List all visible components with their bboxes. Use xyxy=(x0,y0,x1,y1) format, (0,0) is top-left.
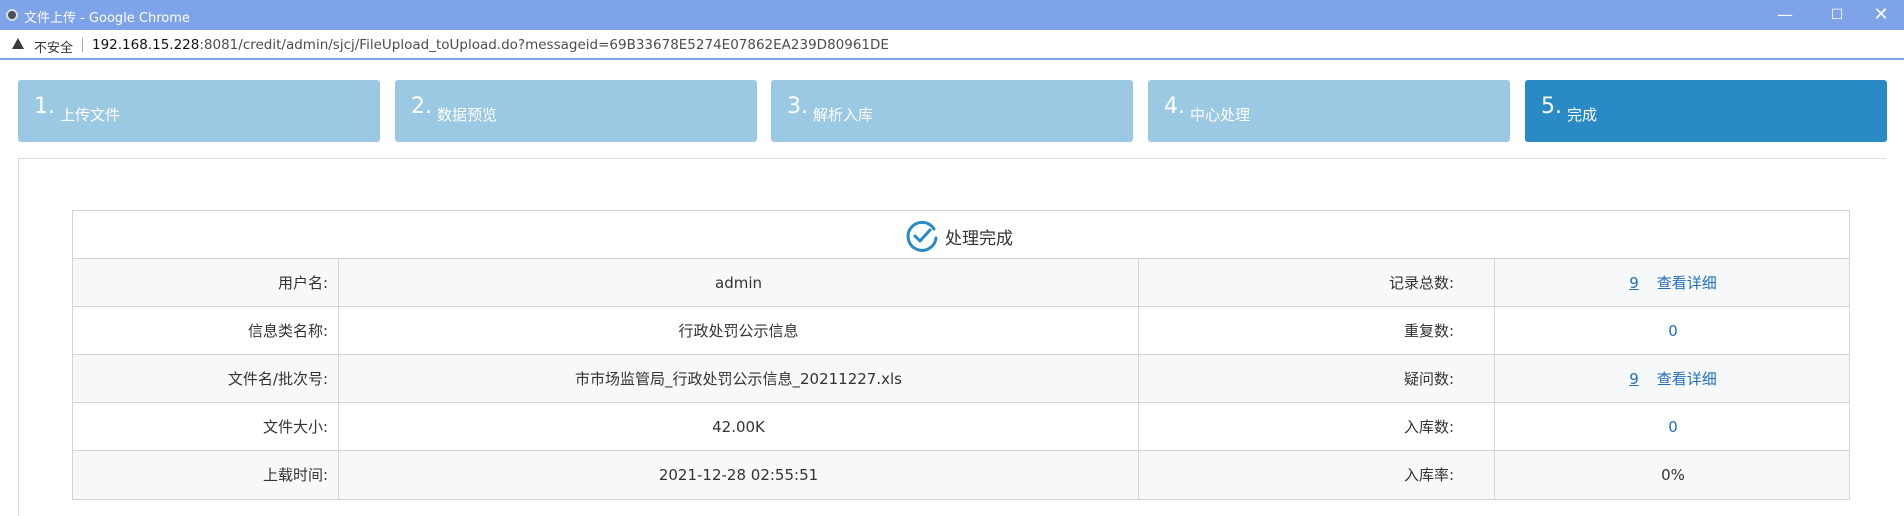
row-label: 入库率: xyxy=(1139,451,1495,499)
table-row: 文件名/批次号: 市市场监管局_行政处罚公示信息_20211227.xls 疑问… xyxy=(73,355,1849,403)
maximize-button[interactable]: ☐ xyxy=(1814,0,1860,30)
url-text[interactable]: 192.168.15.228:8081/credit/admin/sjcj/Fi… xyxy=(92,37,889,53)
table-row: 上载时间: 2021-12-28 02:55:51 入库率: 0% xyxy=(73,451,1849,499)
row-label: 信息类名称: xyxy=(73,307,339,355)
row-value: 市市场监管局_行政处罚公示信息_20211227.xls xyxy=(339,355,1139,403)
step-number: 5. xyxy=(1541,94,1562,119)
result-table: 处理完成 用户名: admin 记录总数: 9 查看详细 信息类名称: 行政处罚公… xyxy=(72,210,1850,500)
row-label: 上载时间: xyxy=(73,451,339,499)
step-label: 解析入库 xyxy=(813,106,874,124)
view-detail-link[interactable]: 查看详细 xyxy=(1657,274,1717,292)
step-label: 上传文件 xyxy=(60,106,121,124)
wizard-steps: 1. 上传文件 2. 数据预览 3. 解析入库 4. 中心处理 5. 完成 xyxy=(18,80,1887,142)
table-row: 信息类名称: 行政处罚公示信息 重复数: 0 xyxy=(73,307,1849,355)
chrome-icon xyxy=(6,9,18,21)
minimize-button[interactable]: — xyxy=(1762,0,1808,30)
row-value: 9 查看详细 xyxy=(1495,355,1851,403)
url-host: 192.168.15.228 xyxy=(92,37,200,53)
result-header: 处理完成 xyxy=(73,211,1849,259)
step-upload-file[interactable]: 1. 上传文件 xyxy=(18,80,380,142)
row-value: 9 查看详细 xyxy=(1495,259,1851,307)
security-label[interactable]: 不安全 xyxy=(34,37,73,56)
step-number: 1. xyxy=(34,94,55,119)
row-value: 42.00K xyxy=(339,403,1139,451)
row-label: 用户名: xyxy=(73,259,339,307)
address-bar[interactable]: 不安全 192.168.15.228:8081/credit/admin/sjc… xyxy=(0,30,1904,60)
step-number: 4. xyxy=(1164,94,1185,119)
step-label: 完成 xyxy=(1567,106,1598,124)
import-rate: 0% xyxy=(1661,466,1685,484)
step-number: 3. xyxy=(787,94,808,119)
view-detail-link[interactable]: 查看详细 xyxy=(1657,370,1717,388)
row-label: 重复数: xyxy=(1139,307,1495,355)
step-label: 中心处理 xyxy=(1190,106,1251,124)
row-label: 文件名/批次号: xyxy=(73,355,339,403)
row-value: 2021-12-28 02:55:51 xyxy=(339,451,1139,499)
close-button[interactable]: ✕ xyxy=(1858,0,1904,30)
row-label: 文件大小: xyxy=(73,403,339,451)
duplicate-count: 0 xyxy=(1668,322,1678,340)
step-label: 数据预览 xyxy=(437,106,498,124)
row-label: 记录总数: xyxy=(1139,259,1495,307)
step-center-processing[interactable]: 4. 中心处理 xyxy=(1148,80,1510,142)
check-circle-icon xyxy=(906,220,938,252)
step-number: 2. xyxy=(411,94,432,119)
step-parse-import[interactable]: 3. 解析入库 xyxy=(771,80,1133,142)
total-count-link[interactable]: 9 xyxy=(1629,274,1639,292)
table-row: 文件大小: 42.00K 入库数: 0 xyxy=(73,403,1849,451)
step-complete[interactable]: 5. 完成 xyxy=(1525,80,1887,142)
question-count-link[interactable]: 9 xyxy=(1629,370,1639,388)
url-path: :8081/credit/admin/sjcj/FileUpload_toUpl… xyxy=(199,37,889,53)
step-data-preview[interactable]: 2. 数据预览 xyxy=(395,80,757,142)
window-titlebar: 文件上传 - Google Chrome — ☐ ✕ xyxy=(0,0,1904,30)
import-count: 0 xyxy=(1668,418,1678,436)
divider xyxy=(82,38,83,52)
result-title: 处理完成 xyxy=(945,229,1013,249)
table-row: 用户名: admin 记录总数: 9 查看详细 xyxy=(73,259,1849,307)
row-label: 入库数: xyxy=(1139,403,1495,451)
row-value: 行政处罚公示信息 xyxy=(339,307,1139,355)
row-label: 疑问数: xyxy=(1139,355,1495,403)
row-value: admin xyxy=(339,259,1139,307)
window-title: 文件上传 - Google Chrome xyxy=(24,11,190,26)
warning-icon[interactable] xyxy=(12,38,24,49)
